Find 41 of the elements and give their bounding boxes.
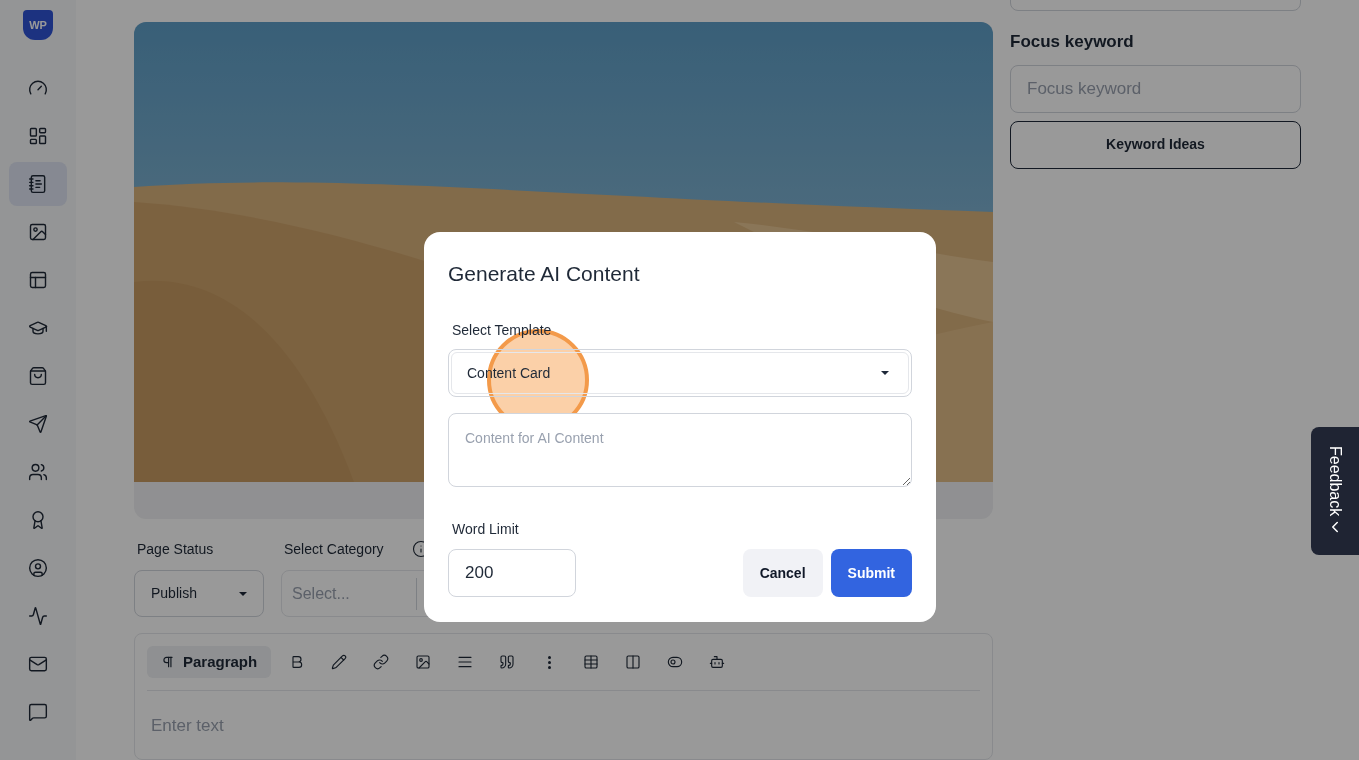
message-icon [28,702,48,722]
feedback-label: Feedback [1326,445,1345,517]
content-field[interactable]: Content for AI Content [448,413,912,487]
table-icon [583,654,600,671]
sidebar-item[interactable] [9,162,67,206]
word-limit-field[interactable]: 200 [448,549,576,597]
block-type-button[interactable]: Paragraph [147,646,272,679]
template-select[interactable]: Content Card [451,352,909,394]
more-icon [547,655,551,669]
shopping-bag-icon [28,366,48,386]
robot-icon [709,654,726,671]
section-heading: Focus keyword [1010,31,1135,53]
field-label: Select Template [452,321,552,340]
pencil-icon [331,654,348,671]
keyword-ideas-button[interactable]: Keyword Ideas [1010,120,1301,169]
field-label: Page Status [136,540,215,560]
dialog-title: Generate AI Content [448,261,641,284]
mail-icon [28,654,48,674]
status-select[interactable]: Publish [134,570,264,618]
send-icon [28,414,48,434]
layout-panel-icon [28,270,48,290]
activity-icon [28,606,48,626]
notebook-icon [28,174,48,194]
logo[interactable]: WP [23,10,53,40]
image-icon [415,654,432,671]
cancel-button[interactable]: Cancel [742,549,823,597]
caret-icon [239,591,247,596]
layout-icon [28,126,48,146]
focus-keyword-field[interactable]: Focus keyword [1010,64,1301,113]
field-label: Select Category [284,539,384,559]
submit-button[interactable]: Submit [830,549,912,597]
field-label: Word Limit [452,520,520,539]
image-icon [28,222,48,242]
columns-icon [625,654,642,671]
link-icon [373,654,390,671]
user-circle-icon [28,558,48,578]
quote-icon [499,654,516,671]
feedback-tab[interactable]: Feedback [1311,427,1359,555]
users-icon [28,462,48,482]
pilcrow-icon [161,655,175,670]
caret-icon [881,371,889,375]
